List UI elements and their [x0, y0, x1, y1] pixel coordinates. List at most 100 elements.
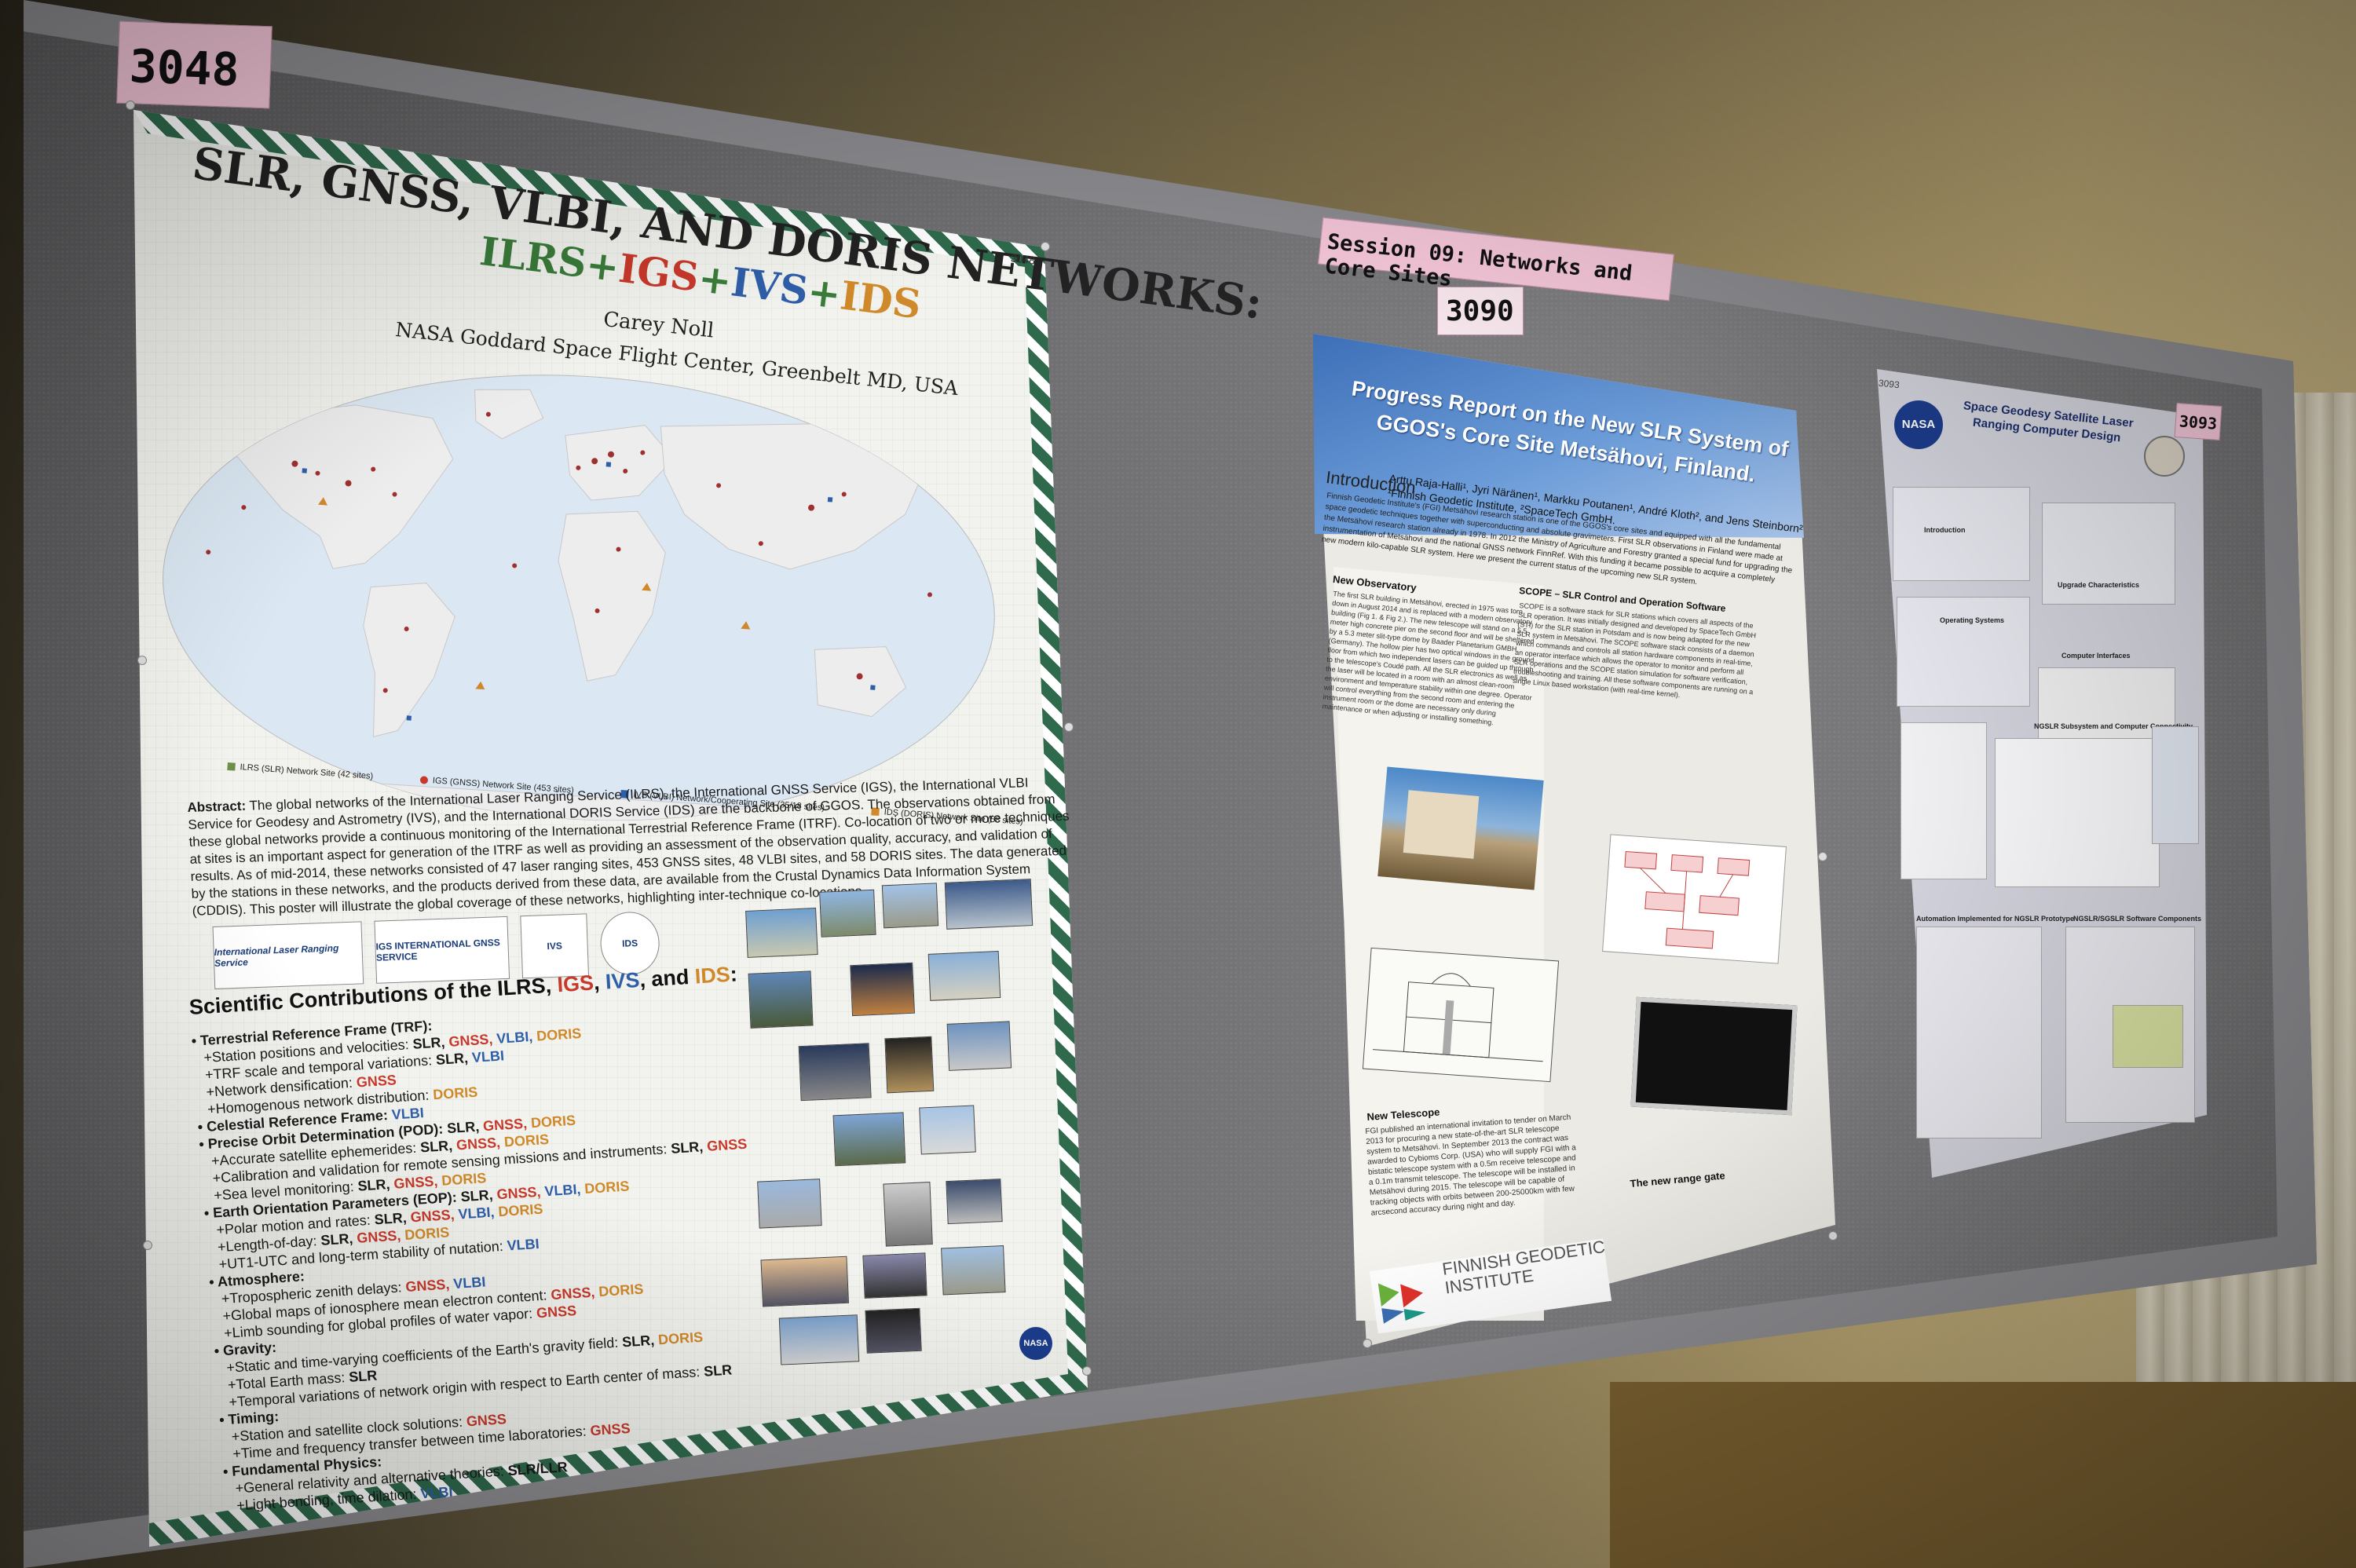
scientific-contributions-list: • Terrestrial Reference Frame (TRF): +Sta…: [191, 996, 791, 1515]
observatory-blueprint: [1362, 947, 1560, 1083]
technique-tag: GNSS,: [404, 1276, 455, 1295]
section-operating-systems: Operating Systems: [1940, 616, 2005, 624]
station-photo: [941, 1245, 1006, 1296]
station-photo: [865, 1307, 922, 1354]
technique-tag: DORIS: [530, 1112, 576, 1131]
technique-tag: VLBI: [419, 1483, 454, 1502]
station-photo: [850, 962, 915, 1017]
station-photo: [881, 883, 939, 929]
station-photo: [798, 1043, 872, 1102]
technique-tag: SLR,: [435, 1049, 473, 1068]
technique-tag: DORIS: [584, 1178, 630, 1197]
technique-tag: GNSS,: [448, 1030, 498, 1050]
technique-tag: GNSS,: [496, 1183, 546, 1203]
technique-tag: SLR,: [419, 1137, 457, 1156]
ivs-logo: IVS: [520, 913, 590, 979]
nasa-logo: NASA: [1894, 400, 1943, 449]
station-photo: [819, 889, 876, 938]
station-photo: [745, 908, 818, 958]
technique-tag: VLBI: [391, 1105, 425, 1123]
new-observatory-text: The first SLR building in Metsähovi, ere…: [1322, 589, 1535, 727]
station-photo: [748, 970, 814, 1029]
ilrs-logo: International Laser Ranging Service: [212, 921, 364, 989]
station-photo-collage: [744, 878, 1073, 1393]
poster-right-block: [2042, 503, 2175, 605]
station-photo: [862, 1252, 927, 1299]
poster-number-label: 3093: [2174, 403, 2222, 440]
technique-tag: GNSS,: [356, 1226, 405, 1246]
technique-tag: SLR: [348, 1367, 378, 1385]
nasa-logo: NASA: [1019, 1327, 1052, 1360]
poster-number-label: 3048: [116, 20, 273, 109]
pushpin: [137, 656, 147, 665]
station-photo: [760, 1255, 850, 1307]
poster-right-block: [1916, 927, 2042, 1139]
technique-tag: GNSS,: [455, 1134, 505, 1153]
technique-tag: GNSS,: [409, 1206, 459, 1226]
technique-tag: SLR/LLR: [507, 1459, 569, 1479]
station-photo: [832, 1112, 906, 1167]
poster-right-corner-number: 3093: [1878, 377, 1901, 391]
technique-tag: DORIS: [657, 1329, 704, 1348]
floor: [1610, 1382, 2356, 1568]
station-photo: [883, 1182, 933, 1247]
pushpin: [1082, 1366, 1092, 1376]
poster-left-corner-number: 3048: [1010, 251, 1036, 267]
fgi-logo-icon: [1377, 1283, 1426, 1324]
technique-tag: GNSS,: [550, 1284, 600, 1303]
igs-logo: IGS INTERNATIONAL GNSS SERVICE: [374, 916, 510, 984]
technique-tag: DORIS: [497, 1201, 544, 1220]
technique-tag: DORIS: [432, 1084, 478, 1103]
station-photo: [778, 1314, 860, 1365]
subtitle-ids: IDS: [837, 272, 924, 328]
station-photo: [884, 1036, 935, 1094]
abstract-label: Abstract:: [187, 798, 247, 815]
blueprint-drawing: [1373, 973, 1543, 1062]
world-network-map: [163, 375, 995, 844]
technique-tag: VLBI,: [457, 1204, 499, 1223]
technique-tag: DORIS: [536, 1025, 582, 1044]
technique-tag: GNSS: [706, 1135, 748, 1154]
technique-tag: GNSS,: [482, 1115, 532, 1135]
scope-architecture-diagram: [1602, 834, 1787, 964]
subtitle-igs: IGS: [616, 244, 702, 301]
network-diagram: [1995, 738, 2160, 887]
station-photo: [946, 1179, 1003, 1225]
scope-diagram-drawing: [1624, 850, 1751, 949]
technique-tag: VLBI,: [496, 1028, 537, 1047]
pushpin: [1041, 242, 1050, 251]
technique-tag: GNSS: [536, 1303, 577, 1321]
pushpin: [1818, 852, 1827, 861]
pushpin: [1064, 722, 1074, 732]
station-photo: [757, 1179, 822, 1229]
technique-tag: SLR,: [320, 1230, 358, 1248]
pushpin: [1363, 1339, 1372, 1348]
section-upgrade-characteristics: Upgrade Characteristics: [2058, 581, 2140, 589]
technique-tag: SLR,: [373, 1209, 412, 1228]
pushpin: [143, 1241, 152, 1250]
technique-tag: VLBI,: [543, 1181, 586, 1200]
technique-tag: GNSS,: [393, 1172, 443, 1192]
technique-tag: DORIS: [441, 1170, 487, 1189]
technique-tag: DORIS: [404, 1224, 450, 1243]
subtitle-ivs: IVS: [728, 258, 811, 314]
technique-tag: SLR,: [621, 1332, 659, 1351]
poster-number-label: 3090: [1437, 287, 1524, 335]
technique-tag: GNSS: [466, 1411, 507, 1430]
technique-tag: VLBI: [506, 1235, 540, 1254]
pushpin: [126, 101, 135, 110]
technique-tag: SLR,: [412, 1033, 450, 1052]
new-telescope-text: FGI published an international invitatio…: [1365, 1113, 1577, 1218]
ids-logo: IDS: [599, 911, 660, 976]
section-automation: Automation Implemented for NGSLR Prototy…: [1916, 915, 2075, 923]
technique-tag: SLR: [703, 1361, 733, 1380]
section-computer-interfaces: Computer Interfaces: [2062, 652, 2131, 660]
technique-tag: DORIS: [598, 1281, 644, 1300]
technique-tag: GNSS: [356, 1072, 397, 1091]
technique-tag: SLR,: [357, 1175, 395, 1194]
section-introduction: Introduction: [1924, 526, 1966, 534]
technique-tag: GNSS: [589, 1420, 631, 1439]
mission-emblem-icon: [2144, 436, 2185, 477]
poster-right-block: [1901, 722, 1987, 879]
station-photo: [944, 879, 1033, 930]
